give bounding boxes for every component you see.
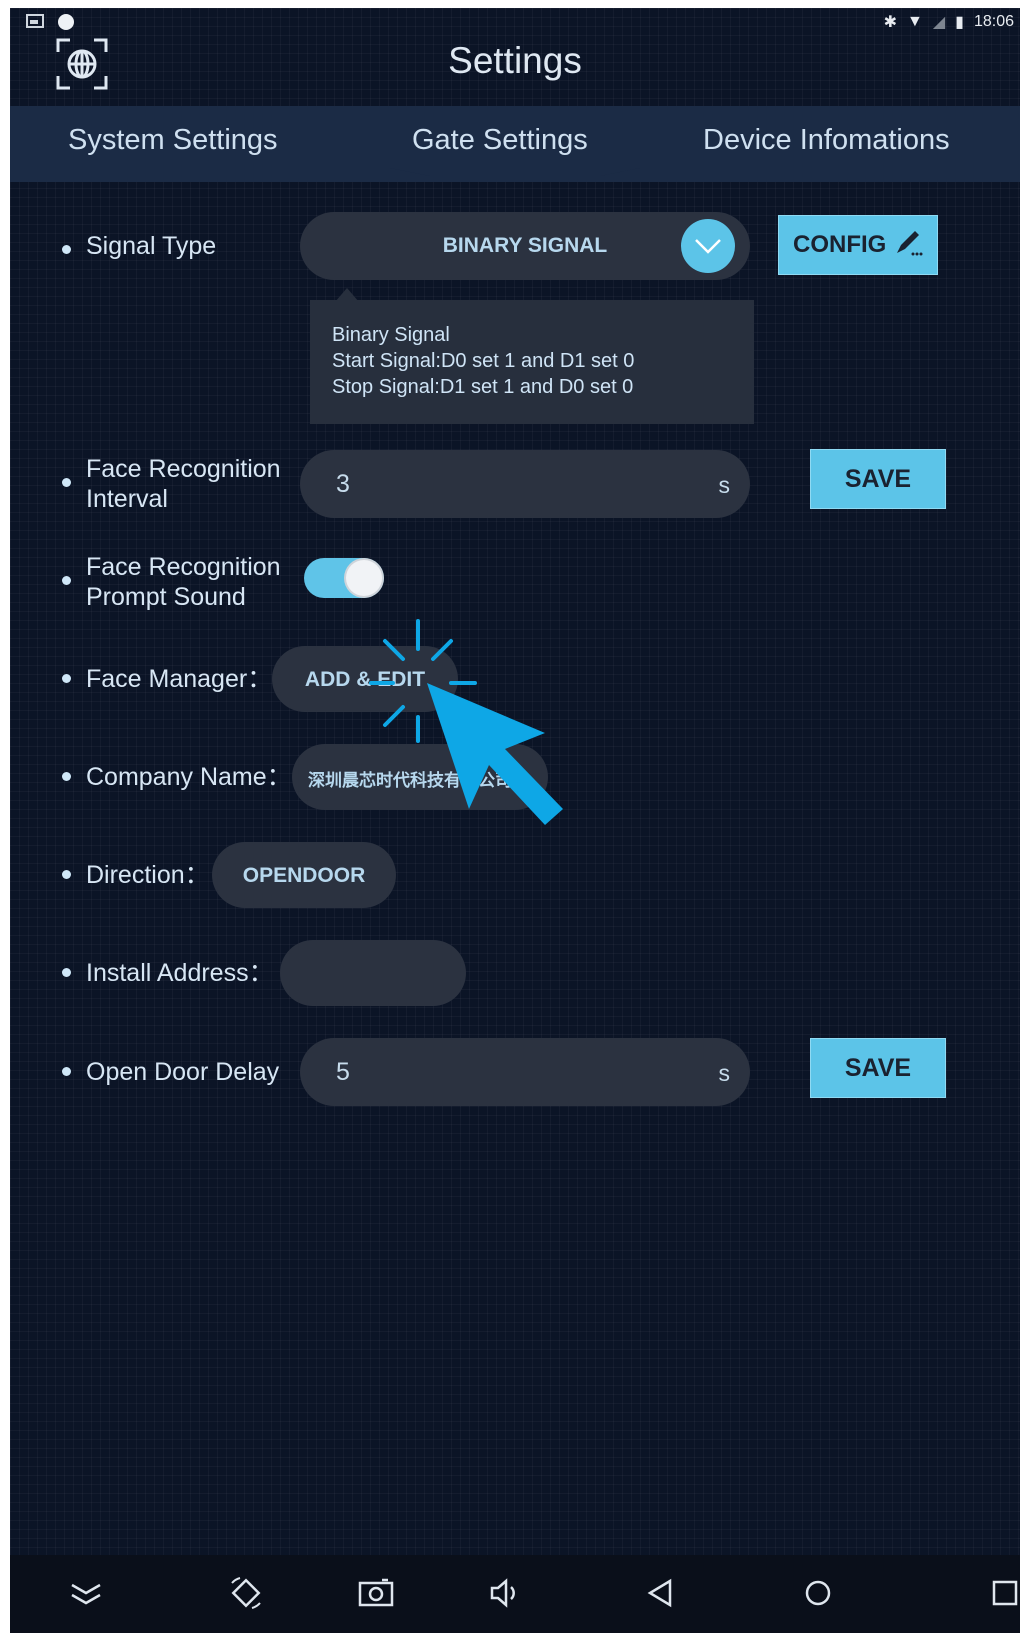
config-button[interactable]: CONFIG xyxy=(778,215,938,275)
label-line: Face Recognition xyxy=(86,553,281,581)
popup-line: Stop Signal:D1 set 1 and D0 set 0 xyxy=(332,376,634,398)
collapse-icon[interactable] xyxy=(68,1575,104,1611)
open-door-delay-label: Open Door Delay xyxy=(86,1058,280,1086)
page-title: Settings xyxy=(448,40,582,81)
install-address-label: Install Address： xyxy=(86,959,274,987)
signal-type-select[interactable]: BINARY SIGNAL xyxy=(300,212,750,280)
toggle-knob xyxy=(346,560,382,596)
save-delay-button[interactable]: SAVE xyxy=(810,1038,946,1098)
config-label: CONFIG xyxy=(793,231,887,258)
bullet xyxy=(62,870,71,879)
bluetooth-icon: ✱ xyxy=(883,14,897,31)
prompt-sound-label: Face Recognition Prompt Sound xyxy=(86,552,281,612)
battery-icon: ▮ xyxy=(955,14,964,31)
settings-screen: ✱ ▼ ◢ ▮ 18:06 Settings System Settings G… xyxy=(10,8,1020,1633)
face-interval-label: Face Recognition Interval xyxy=(86,454,281,514)
status-bar: ✱ ▼ ◢ ▮ 18:06 xyxy=(884,12,1014,32)
open-door-delay-input[interactable]: 5 s xyxy=(300,1038,750,1106)
direction-label: Direction： xyxy=(86,861,210,889)
face-interval-input[interactable]: 3 s xyxy=(300,450,750,518)
active-tab-indicator xyxy=(390,168,640,176)
install-address-input[interactable] xyxy=(280,940,466,1006)
chevron-down-icon[interactable] xyxy=(680,218,736,274)
click-pointer-icon xyxy=(369,619,563,825)
label-line: Interval xyxy=(86,485,168,513)
back-icon[interactable] xyxy=(642,1575,678,1611)
status-time: 18:06 xyxy=(973,13,1014,30)
notification-dot-icon xyxy=(58,14,74,30)
company-name-label: Company Name： xyxy=(86,763,292,791)
tab-system-settings[interactable]: System Settings xyxy=(68,124,278,157)
bullet xyxy=(62,772,71,781)
direction-select[interactable]: OPENDOOR xyxy=(212,842,396,908)
popup-line: Binary Signal xyxy=(332,324,450,346)
prompt-sound-toggle[interactable] xyxy=(304,558,384,598)
edit-pencil-icon xyxy=(897,231,923,256)
tab-device-infomations[interactable]: Device Infomations xyxy=(703,124,950,157)
direction-value: OPENDOOR xyxy=(242,864,366,887)
volume-icon[interactable] xyxy=(486,1575,522,1611)
label-line: Face Recognition xyxy=(86,455,281,483)
signal-type-label: Signal Type xyxy=(86,232,217,260)
open-door-delay-unit: s xyxy=(718,1060,731,1086)
bullet xyxy=(62,245,71,254)
tab-gate-settings[interactable]: Gate Settings xyxy=(412,124,588,157)
wifi-icon: ▼ xyxy=(906,13,923,30)
label-line: Prompt Sound xyxy=(86,583,246,611)
face-interval-unit: s xyxy=(718,472,731,498)
bullet xyxy=(62,968,71,977)
save-interval-button[interactable]: SAVE xyxy=(810,449,946,509)
face-manager-label: Face Manager： xyxy=(86,665,273,693)
navigation-bar xyxy=(10,1555,1020,1633)
screenshot-icon[interactable] xyxy=(358,1575,394,1611)
bullet xyxy=(62,576,71,585)
bullet xyxy=(62,1067,71,1076)
home-icon[interactable] xyxy=(800,1575,836,1611)
bullet xyxy=(62,674,71,683)
popup-line: Start Signal:D0 set 1 and D1 set 0 xyxy=(332,350,635,372)
face-interval-value: 3 xyxy=(336,470,350,498)
rotate-icon[interactable] xyxy=(228,1575,264,1611)
signal-info-popup: Binary Signal Start Signal:D0 set 1 and … xyxy=(310,300,754,424)
signal-icon: ◢ xyxy=(932,14,946,31)
recents-icon[interactable] xyxy=(988,1575,1020,1611)
bullet xyxy=(62,478,71,487)
open-door-delay-value: 5 xyxy=(336,1058,350,1086)
image-notification-icon xyxy=(26,14,44,28)
